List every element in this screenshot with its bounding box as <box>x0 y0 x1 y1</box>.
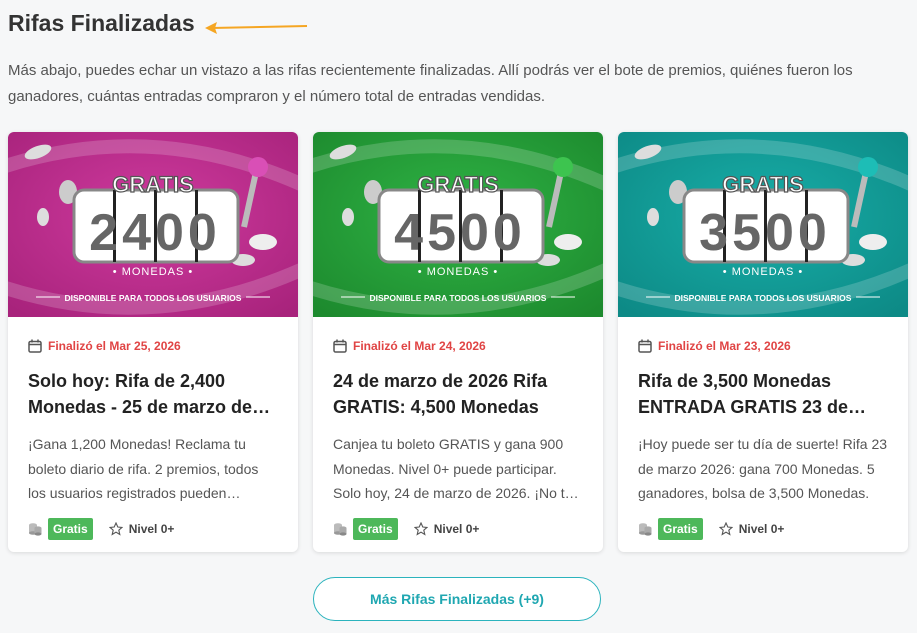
svg-text:DISPONIBLE PARA TODOS LOS USUA: DISPONIBLE PARA TODOS LOS USUARIOS <box>65 293 242 303</box>
more-finished-raffles-button[interactable]: Más Rifas Finalizadas (+9) <box>313 577 601 621</box>
date-row: Finalizó el Mar 23, 2026 <box>638 338 888 354</box>
end-date: Finalizó el Mar 24, 2026 <box>353 339 486 353</box>
calendar-icon <box>638 339 652 353</box>
svg-text:• MONEDAS •: • MONEDAS • <box>723 266 803 278</box>
calendar-icon <box>333 339 347 353</box>
card-description: ¡Gana 1,200 Monedas! Reclama tu boleto d… <box>28 436 259 501</box>
date-row: Finalizó el Mar 25, 2026 <box>28 338 278 354</box>
price-badge: Gratis <box>48 518 93 540</box>
end-date: Finalizó el Mar 23, 2026 <box>658 339 791 353</box>
card-title[interactable]: Solo hoy: Rifa de 2,400 Monedas - 25 de … <box>28 368 278 420</box>
svg-text:GRATIS: GRATIS <box>417 172 498 197</box>
coins-icon <box>334 523 347 536</box>
card-description: Canjea tu boleto GRATIS y gana 900 Moned… <box>333 436 573 501</box>
level-label: Nivel 0+ <box>128 522 175 536</box>
raffle-banner: GRATIS 2400 • MONEDAS • DISPONIBLE PARA … <box>8 132 298 317</box>
end-date: Finalizó el Mar 25, 2026 <box>48 339 181 353</box>
raffle-card[interactable]: GRATIS 2400 • MONEDAS • DISPONIBLE PARA … <box>8 132 298 552</box>
raffle-banner: GRATIS 4500 • MONEDAS • DISPONIBLE PARA … <box>313 132 603 317</box>
level-requirement: Nivel 0+ <box>718 522 785 536</box>
date-row: Finalizó el Mar 24, 2026 <box>333 338 583 354</box>
level-label: Nivel 0+ <box>738 522 785 536</box>
star-outline-icon <box>413 522 428 536</box>
level-label: Nivel 0+ <box>433 522 480 536</box>
level-requirement: Nivel 0+ <box>108 522 175 536</box>
level-requirement: Nivel 0+ <box>413 522 480 536</box>
svg-text:GRATIS: GRATIS <box>112 172 193 197</box>
raffle-card[interactable]: GRATIS 3500 • MONEDAS • DISPONIBLE PARA … <box>618 132 908 552</box>
card-description: ¡Hoy puede ser tu día de suerte! Rifa 23… <box>638 436 888 501</box>
svg-text:• MONEDAS •: • MONEDAS • <box>418 266 498 278</box>
coins-icon <box>29 523 42 536</box>
card-title[interactable]: 24 de marzo de 2026 Rifa GRATIS: 4,500 M… <box>333 368 583 420</box>
arrow-left-icon <box>205 22 308 34</box>
raffle-card-list: GRATIS 2400 • MONEDAS • DISPONIBLE PARA … <box>8 132 908 552</box>
star-outline-icon <box>108 522 123 536</box>
svg-text:DISPONIBLE PARA TODOS LOS USUA: DISPONIBLE PARA TODOS LOS USUARIOS <box>675 293 852 303</box>
svg-text:• MONEDAS •: • MONEDAS • <box>113 266 193 278</box>
price-badge: Gratis <box>658 518 703 540</box>
raffle-card[interactable]: GRATIS 4500 • MONEDAS • DISPONIBLE PARA … <box>313 132 603 552</box>
section-description: Más abajo, puedes echar un vistazo a las… <box>8 62 853 105</box>
svg-text:2400: 2400 <box>89 204 221 262</box>
svg-text:4500: 4500 <box>394 204 526 262</box>
star-outline-icon <box>718 522 733 536</box>
coins-icon <box>639 523 652 536</box>
page-title: Rifas Finalizadas <box>8 10 195 36</box>
calendar-icon <box>28 339 42 353</box>
card-title[interactable]: Rifa de 3,500 Monedas ENTRADA GRATIS 23 … <box>638 368 888 420</box>
svg-text:3500: 3500 <box>699 204 831 262</box>
svg-text:DISPONIBLE PARA TODOS LOS USUA: DISPONIBLE PARA TODOS LOS USUARIOS <box>370 293 547 303</box>
raffle-banner: GRATIS 3500 • MONEDAS • DISPONIBLE PARA … <box>618 132 908 317</box>
price-badge: Gratis <box>353 518 398 540</box>
svg-text:GRATIS: GRATIS <box>722 172 803 197</box>
